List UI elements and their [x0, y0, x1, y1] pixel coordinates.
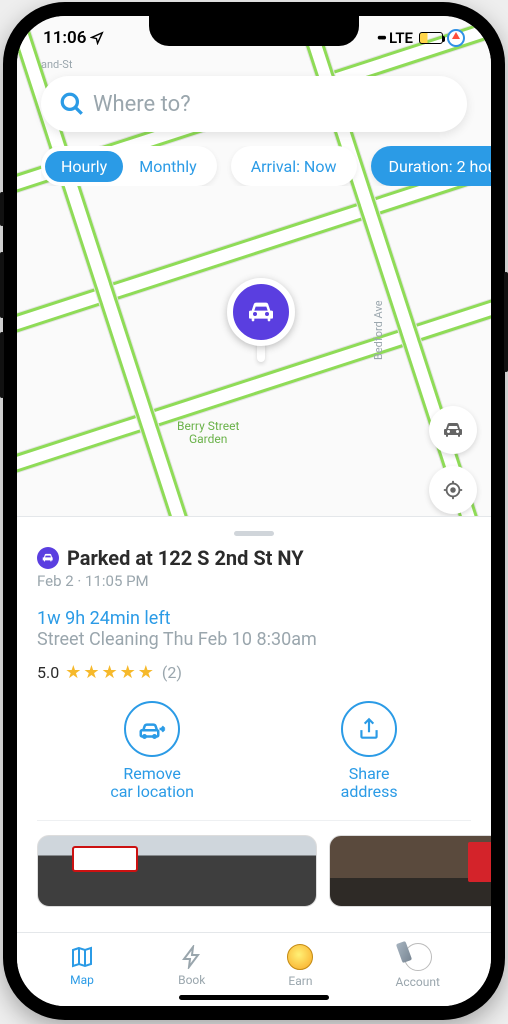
device-notch — [149, 16, 359, 46]
compass-icon — [447, 29, 465, 47]
photo-thumbnail[interactable] — [329, 835, 491, 907]
star-icon: ★★★★★ — [65, 662, 156, 683]
filter-row: Hourly Monthly Arrival: Now Duration: 2 … — [41, 146, 491, 186]
tab-label: Map — [70, 973, 94, 987]
car-icon — [245, 296, 277, 328]
card-title: Parked at 122 S 2nd St NY — [67, 546, 304, 570]
car-badge-icon — [37, 547, 59, 569]
search-icon — [59, 91, 85, 117]
arrival-filter[interactable]: Arrival: Now — [231, 146, 357, 186]
parking-detail-card[interactable]: Parked at 122 S 2nd St NY Feb 2 · 11:05 … — [17, 516, 491, 932]
search-placeholder: Where to? — [93, 92, 191, 117]
parked-car-pin[interactable] — [227, 278, 295, 346]
street-label: Bedford Ave — [372, 300, 385, 360]
rating-row: 5.0 ★★★★★ (2) — [37, 662, 471, 683]
status-network: LTE — [389, 29, 413, 47]
action-label: Share address — [341, 765, 398, 802]
home-indicator — [179, 995, 329, 1000]
photo-thumbnail[interactable] — [37, 835, 317, 907]
vehicle-filter-button[interactable] — [429, 406, 477, 454]
rating-value: 5.0 — [37, 663, 59, 682]
locate-me-button[interactable] — [429, 466, 477, 514]
tab-book[interactable]: Book — [178, 945, 205, 987]
park-label: Berry Street Garden — [177, 420, 239, 446]
segment-monthly[interactable]: Monthly — [123, 151, 212, 182]
remove-car-location-button[interactable]: Remove car location — [110, 701, 194, 802]
card-subtitle: Feb 2 · 11:05 PM — [37, 572, 471, 590]
action-label: Remove car location — [110, 765, 194, 802]
cellular-icon: •••• — [377, 29, 383, 47]
tab-map[interactable]: Map — [68, 945, 96, 987]
rating-count: (2) — [162, 663, 182, 682]
crosshair-icon — [442, 479, 464, 501]
street-cleaning: Street Cleaning Thu Feb 10 8:30am — [37, 629, 471, 650]
tab-account[interactable]: Account — [396, 943, 440, 989]
car-arrow-icon — [137, 714, 167, 744]
duration-filter[interactable]: Duration: 2 hours — [371, 146, 492, 186]
photo-thumbnails[interactable] — [37, 835, 471, 907]
car-icon — [441, 418, 465, 442]
tab-label: Book — [178, 973, 205, 987]
tab-label: Account — [396, 975, 440, 989]
street-label: and-St — [41, 58, 72, 71]
share-address-button[interactable]: Share address — [341, 701, 398, 802]
sheet-grabber[interactable] — [234, 531, 274, 536]
share-icon — [356, 716, 382, 742]
avatar-icon — [404, 943, 432, 971]
tab-earn[interactable]: Earn — [287, 944, 313, 988]
status-time: 11:06 — [43, 28, 86, 48]
location-arrow-icon — [90, 31, 104, 45]
battery-icon — [419, 32, 443, 44]
segment-hourly[interactable]: Hourly — [45, 151, 123, 182]
map-icon — [68, 945, 96, 969]
rental-type-segment[interactable]: Hourly Monthly — [41, 146, 217, 186]
time-left: 1w 9h 24min left — [37, 608, 471, 629]
coin-icon — [287, 944, 313, 970]
tab-label: Earn — [288, 974, 312, 988]
lightning-icon — [180, 945, 204, 969]
search-input[interactable]: Where to? — [41, 76, 467, 132]
